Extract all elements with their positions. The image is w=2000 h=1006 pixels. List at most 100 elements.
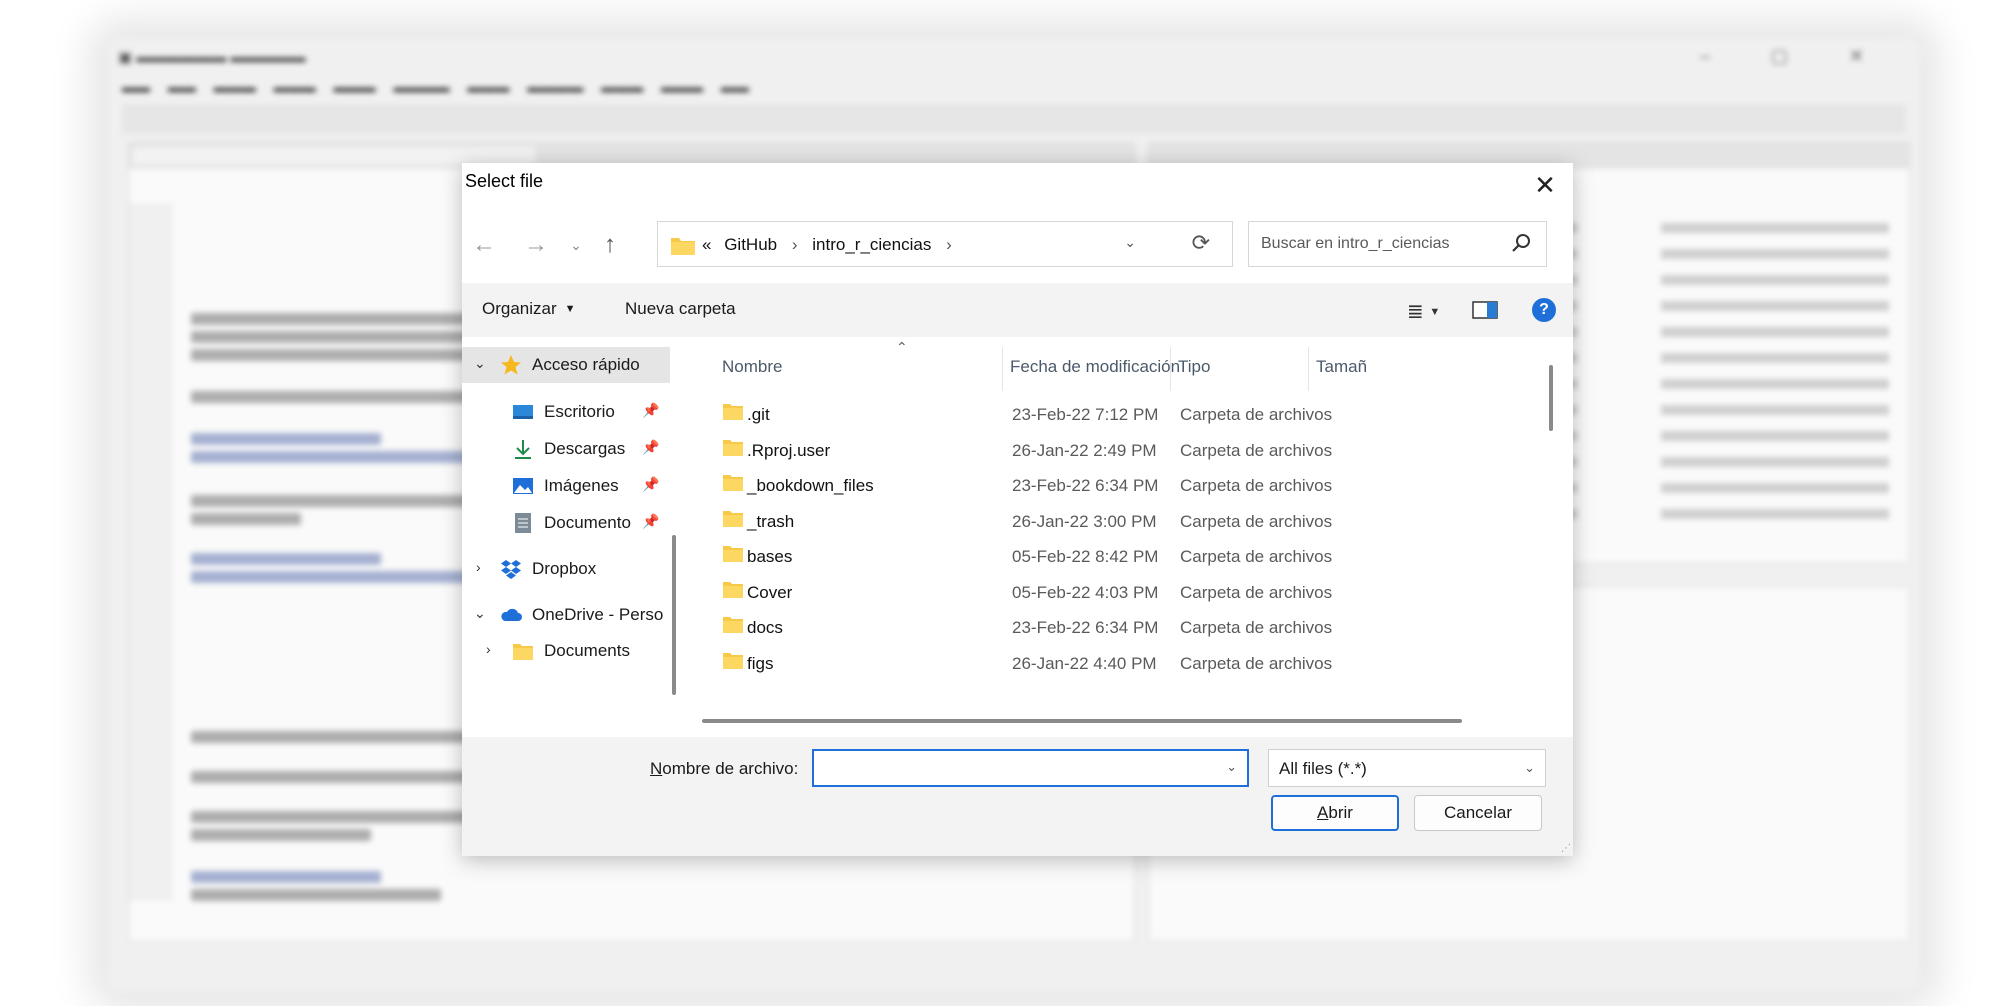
file-type-value: All files (*.*) (1279, 759, 1367, 778)
file-name: .git (747, 405, 770, 424)
file-type: Carpeta de archivos (1180, 440, 1333, 460)
search-placeholder: Buscar en intro_r_ciencias (1261, 235, 1450, 252)
sidebar-item-label: Documents (544, 641, 630, 660)
resize-grip-icon[interactable]: ⋰ (1561, 843, 1571, 854)
file-name: .Rproj.user (747, 440, 831, 460)
open-button[interactable]: Abrir (1271, 795, 1399, 831)
sidebar-item-acceso-rapido[interactable]: ⌄ Acceso rápido (462, 347, 670, 383)
caret-down-icon: ▼ (564, 303, 576, 315)
file-name: _bookdown_files (747, 476, 874, 495)
sidebar-item-imagenes[interactable]: Imágenes 📌 (462, 468, 670, 504)
file-name: _trash (747, 511, 795, 531)
sidebar-item-documents[interactable]: › Documents (462, 633, 670, 669)
chevron-down-icon[interactable]: ⌄ (1524, 760, 1535, 776)
folder-icon (722, 579, 744, 604)
filename-input[interactable] (818, 755, 1202, 783)
file-type: Carpeta de archivos (1180, 511, 1333, 531)
preview-pane-icon[interactable] (1472, 301, 1498, 319)
nav-scrollbar[interactable] (672, 535, 676, 695)
sidebar-item-label: Dropbox (532, 559, 597, 578)
vertical-scrollbar[interactable] (1549, 365, 1553, 431)
sidebar-item-descargas[interactable]: Descargas 📌 (462, 431, 670, 467)
select-file-dialog: Select file ✕ ← → ⌄ ↑ « GitHub › intro_r… (462, 163, 1573, 856)
file-type: Carpeta de archivos (1180, 582, 1333, 602)
file-type: Carpeta de archivos (1180, 653, 1333, 673)
sidebar-item-documento[interactable]: Documento 📌 (462, 505, 670, 541)
file-modified: 26-Jan-22 3:00 PM (1012, 511, 1157, 531)
column-header-size[interactable]: Tamañ (1316, 357, 1367, 377)
chevron-down-icon[interactable]: ⌄ (474, 355, 486, 372)
column-header-type[interactable]: Tipo (1178, 357, 1210, 377)
bg-title: ▣ ▬▬▬▬▬▬ ▬▬▬▬▬ (118, 49, 306, 66)
file-type: Carpeta de archivos (1180, 405, 1333, 424)
star-icon (501, 355, 521, 375)
images-icon (513, 478, 533, 494)
dialog-footer: Nombre de archivo: ⌄ All files (*.*) ⌄ A… (462, 737, 1573, 856)
navigation-pane: ⌄ Acceso rápido Escritorio 📌 Descargas 📌… (462, 337, 677, 737)
file-modified: 23-Feb-22 7:12 PM (1012, 405, 1159, 424)
file-name: bases (747, 547, 793, 566)
address-bar[interactable]: « GitHub › intro_r_ciencias › ⌄ ⟳ (657, 221, 1233, 267)
file-list: ⌃ Nombre Fecha de modificación Tipo Tama… (692, 337, 1562, 737)
dialog-title: Select file (465, 171, 544, 191)
breadcrumb-intro-r-ciencias[interactable]: intro_r_ciencias (812, 235, 931, 254)
folder-icon (722, 472, 744, 497)
file-name: figs (747, 653, 774, 673)
file-name: docs (747, 618, 783, 637)
sidebar-item-label: Descargas (544, 439, 626, 458)
column-divider[interactable] (1170, 347, 1171, 391)
horizontal-scrollbar[interactable] (702, 719, 1462, 723)
column-header-name[interactable]: Nombre (722, 357, 782, 377)
chevron-right-icon[interactable]: › (486, 641, 491, 657)
sidebar-item-label: Acceso rápido (532, 355, 640, 374)
chevron-down-icon[interactable]: ⌄ (1226, 759, 1237, 775)
cancel-button[interactable]: Cancelar (1414, 795, 1542, 831)
column-divider[interactable] (1308, 347, 1309, 391)
arrow-left-icon[interactable]: ← (464, 225, 504, 265)
search-input[interactable]: Buscar en intro_r_ciencias (1248, 221, 1547, 267)
arrow-up-icon[interactable]: ↑ (590, 225, 630, 265)
file-modified: 26-Jan-22 4:40 PM (1012, 653, 1157, 673)
pin-icon: 📌 (642, 513, 660, 529)
folder-icon (671, 238, 695, 255)
sort-ascending-icon: ⌃ (896, 339, 908, 355)
folder-icon (722, 437, 744, 462)
file-name: Cover (747, 582, 793, 602)
filename-field[interactable]: ⌄ (812, 749, 1249, 787)
chevron-right-icon[interactable]: › (476, 559, 481, 575)
help-icon[interactable]: ? (1532, 298, 1556, 322)
download-icon (515, 440, 531, 459)
file-type: Carpeta de archivos (1180, 476, 1333, 495)
chevron-right-icon[interactable]: › (946, 235, 952, 254)
file-modified: 26-Jan-22 2:49 PM (1012, 440, 1157, 460)
sidebar-item-onedrive[interactable]: ⌄ OneDrive - Perso (462, 597, 670, 633)
new-folder-button[interactable]: Nueva carpeta (625, 299, 736, 319)
pin-icon: 📌 (642, 439, 660, 455)
column-header-modified[interactable]: Fecha de modificación (1010, 357, 1180, 377)
sidebar-item-label: OneDrive - Perso (532, 605, 664, 624)
view-options-icon[interactable]: ≣ ▼ (1407, 299, 1440, 324)
arrow-right-icon[interactable]: → (516, 225, 556, 265)
column-divider[interactable] (1002, 347, 1003, 391)
refresh-icon[interactable]: ⟳ (1192, 230, 1210, 256)
file-modified: 23-Feb-22 6:34 PM (1012, 618, 1159, 637)
chevron-down-icon[interactable]: ⌄ (1124, 234, 1136, 251)
sidebar-item-dropbox[interactable]: › Dropbox (462, 551, 670, 587)
file-type: Carpeta de archivos (1180, 547, 1333, 566)
file-type-select[interactable]: All files (*.*) ⌄ (1268, 749, 1546, 787)
organize-button[interactable]: Organizar ▼ (482, 299, 576, 319)
close-icon[interactable]: ✕ (1525, 165, 1565, 205)
search-icon (1512, 234, 1530, 252)
sidebar-item-label: Escritorio (544, 402, 615, 421)
sidebar-item-label: Imágenes (544, 476, 619, 495)
breadcrumb-github[interactable]: GitHub (724, 235, 777, 254)
bg-menubar: ▬▬ ▬▬ ▬▬▬ ▬▬▬ ▬▬▬ ▬▬▬▬ ▬▬▬ ▬▬▬▬ ▬▬▬ ▬▬▬ … (122, 79, 749, 95)
breadcrumb-overflow[interactable]: « (702, 235, 711, 254)
bg-toolbar (122, 104, 1906, 134)
sidebar-item-label: Documento (544, 513, 631, 532)
chevron-down-icon[interactable]: ⌄ (474, 605, 486, 622)
chevron-right-icon[interactable]: › (792, 235, 798, 254)
desktop-icon (513, 405, 533, 419)
sidebar-item-escritorio[interactable]: Escritorio 📌 (462, 394, 670, 430)
file-row[interactable]: figs 26-Jan-22 4:40 PM Carpeta de archivos (692, 642, 1552, 686)
